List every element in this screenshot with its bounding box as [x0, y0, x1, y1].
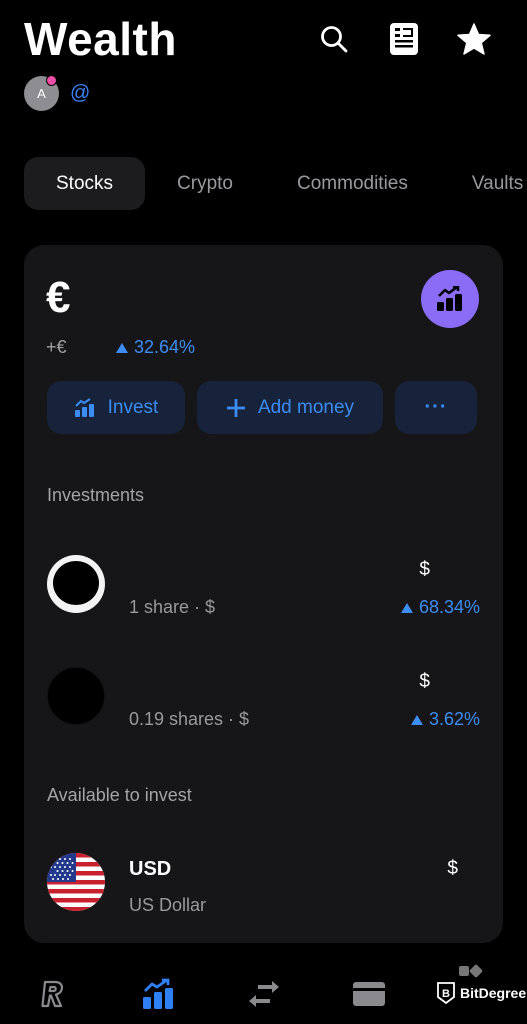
invest-icon: [143, 978, 173, 1009]
news-icon: [390, 23, 418, 55]
action-buttons: Invest Add money ···: [47, 381, 477, 434]
currency-code: USD: [129, 858, 172, 880]
star-icon: [457, 23, 491, 55]
avatar-initial: A: [37, 86, 46, 101]
tab-vaults[interactable]: Vaults: [440, 157, 527, 210]
invest-icon: [74, 397, 94, 417]
balance-change-percent-value: 32.64%: [134, 337, 196, 357]
up-triangle-icon: [116, 342, 128, 353]
favorites-button[interactable]: [457, 22, 491, 56]
tab-commodities[interactable]: Commodities: [265, 157, 440, 210]
investment-row[interactable]: 0.19 shares · $ $ 3.62%: [47, 667, 480, 729]
add-money-button[interactable]: Add money: [197, 381, 383, 434]
invest-label: Invest: [107, 396, 159, 418]
investments-heading: Investments: [47, 485, 145, 505]
stock-logo: [47, 667, 105, 725]
cash-row[interactable]: USD US Dollar $: [47, 853, 480, 915]
stock-logo: [47, 555, 105, 613]
card-icon: [353, 982, 385, 1006]
tab-crypto[interactable]: Crypto: [145, 157, 265, 210]
watermark-block: [459, 966, 469, 976]
svg-text:B: B: [442, 988, 450, 1000]
investment-change-value: 68.34%: [418, 597, 480, 617]
currency-balance: $: [447, 858, 458, 879]
investment-value: $: [419, 559, 430, 580]
nav-home[interactable]: [33, 976, 73, 1012]
add-money-label: Add money: [257, 396, 355, 418]
investment-shares: 0.19 shares · $: [129, 709, 250, 729]
investment-change: 68.34%: [400, 597, 480, 618]
balance-currency: €: [46, 273, 71, 322]
transfer-icon: [249, 981, 279, 1007]
nav-invest[interactable]: [138, 976, 178, 1012]
news-button[interactable]: [387, 22, 421, 56]
watermark-block: [468, 963, 484, 979]
watermark-text: BitDegree: [460, 985, 527, 1001]
analytics-button[interactable]: [421, 270, 479, 328]
tab-stocks[interactable]: Stocks: [24, 157, 146, 210]
watermark-logo-blocks: [459, 963, 484, 979]
growth-chart-icon: [437, 286, 462, 311]
us-flag-icon: [47, 853, 105, 911]
plus-icon: [226, 398, 245, 417]
investment-change: 3.62%: [410, 709, 480, 730]
header: Wealth A @: [0, 0, 527, 130]
bitdegree-shield-icon: B: [437, 982, 455, 1004]
investment-value: $: [419, 671, 430, 692]
available-heading: Available to invest: [47, 785, 192, 805]
watermark: B BitDegree: [437, 982, 526, 1004]
investment-row[interactable]: 1 share · $ $ 68.34%: [47, 555, 480, 617]
investment-shares: 1 share · $: [129, 597, 216, 617]
home-icon: [41, 980, 64, 1008]
balance-change-amount: +€: [46, 337, 67, 357]
up-triangle-icon: [400, 602, 413, 613]
bottom-nav: B BitDegree: [0, 962, 527, 1024]
search-icon: [321, 26, 348, 53]
investment-change-value: 3.62%: [428, 709, 480, 729]
more-icon: ···: [424, 396, 448, 418]
currency-name: US Dollar: [129, 895, 207, 915]
portfolio-card: € +€ 32.64% Invest Add money ··· Investm…: [24, 245, 503, 943]
invest-button[interactable]: Invest: [47, 381, 185, 434]
user-handle[interactable]: @: [70, 82, 90, 105]
nav-cards[interactable]: [349, 976, 389, 1012]
asset-tabs: Stocks Crypto Commodities Vaults: [24, 157, 527, 210]
search-button[interactable]: [317, 22, 351, 56]
up-triangle-icon: [410, 714, 423, 725]
page-title: Wealth: [24, 13, 177, 65]
nav-transfer[interactable]: [244, 976, 284, 1012]
notification-dot: [46, 75, 57, 86]
balance-change-percent: 32.64%: [116, 337, 195, 358]
more-button[interactable]: ···: [395, 381, 477, 434]
